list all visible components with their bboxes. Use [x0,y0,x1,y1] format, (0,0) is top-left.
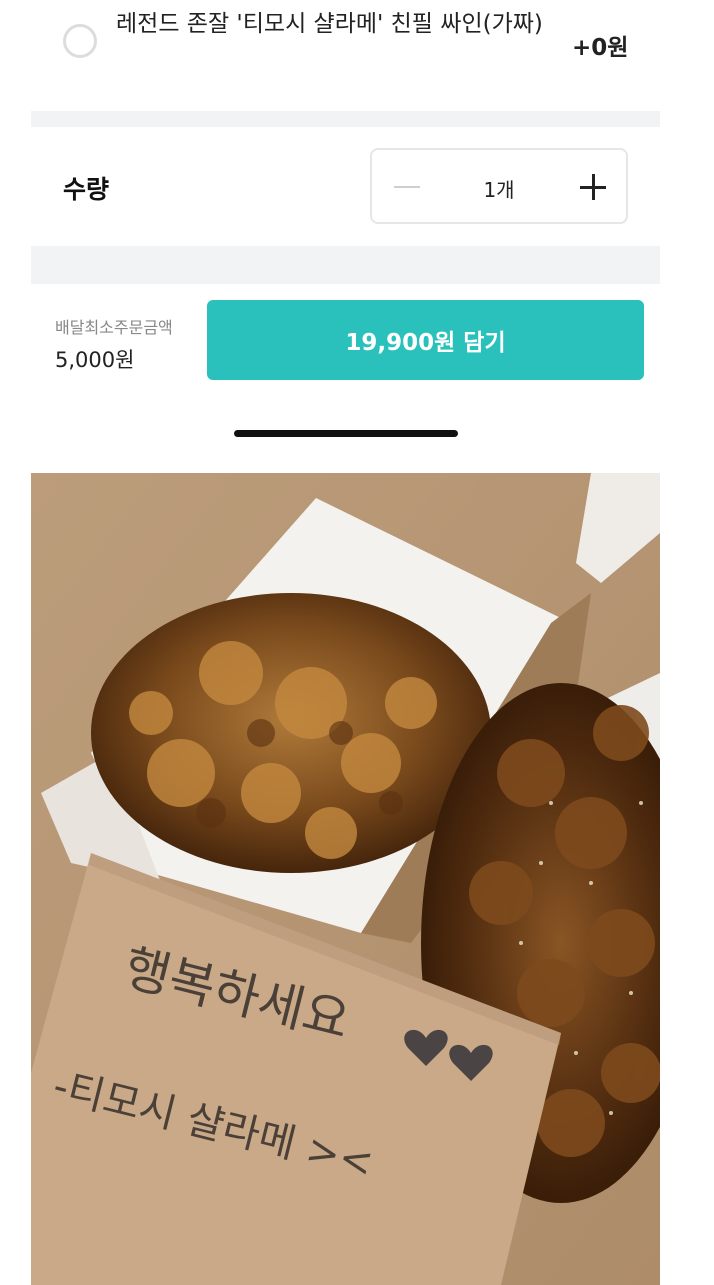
option-label: 레전드 존잘 '티모시 샬라메' 친필 싸인(가짜) [116,11,543,37]
section-divider [31,246,660,284]
add-to-cart-button[interactable]: 19,900원 담기 [207,300,644,380]
add-to-cart-label: 19,900원 담기 [345,330,506,356]
option-radio[interactable] [63,24,97,58]
home-indicator [234,430,458,437]
increase-button[interactable] [568,162,618,212]
min-order-value: 5,000원 [55,348,135,372]
option-price: +0원 [572,35,629,61]
section-divider [31,111,660,127]
min-order-label: 배달최소주문금액 [55,318,173,337]
quantity-label: 수량 [63,175,110,204]
plus-icon [568,162,618,212]
food-photo: 행복하세요 -티모시 샬라메 >< [31,473,660,1285]
quantity-stepper: 1개 [370,148,628,224]
